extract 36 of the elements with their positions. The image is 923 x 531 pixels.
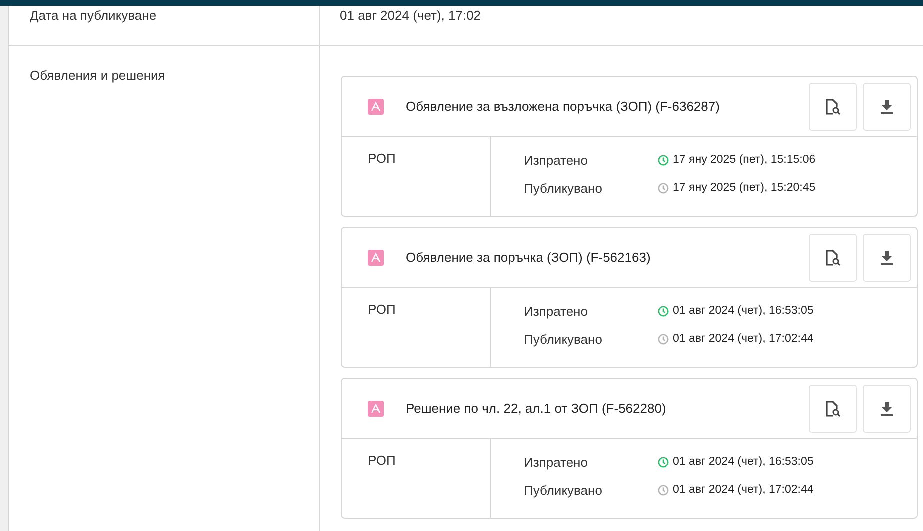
preview-button[interactable] <box>809 234 857 282</box>
preview-button[interactable] <box>809 384 857 432</box>
event-time: 01 авг 2024 (чет), 16:53:05 <box>673 456 814 468</box>
field-value: 01 авг 2024 (чет), 17:02 <box>340 8 482 23</box>
event-time: 01 авг 2024 (чет), 17:02:44 <box>673 484 814 496</box>
event-time: 17 яну 2025 (пет), 15:15:06 <box>673 154 816 166</box>
pdf-icon <box>368 98 384 114</box>
event-label: Изпратено <box>524 454 589 470</box>
source-label: РОП <box>368 302 396 317</box>
notice-title[interactable]: Обявление за поръчка (ЗОП) (F-562163) <box>406 250 803 265</box>
event-label: Изпратено <box>524 152 589 168</box>
event-label: Публикувано <box>524 482 604 498</box>
download-icon <box>881 402 893 416</box>
document-search-icon <box>824 400 842 418</box>
download-button[interactable] <box>863 384 911 432</box>
field-label: Обявления и решения <box>30 68 166 83</box>
field-label: Дата на публикуване <box>30 8 157 23</box>
event-label: Публикувано <box>524 180 604 196</box>
event-time: 01 авг 2024 (чет), 17:02:44 <box>673 333 814 345</box>
download-button[interactable] <box>863 234 911 282</box>
source-label: РОП <box>368 453 396 468</box>
document-search-icon <box>824 98 842 116</box>
document-search-icon <box>824 248 842 266</box>
event-label: Изпратено <box>524 304 589 318</box>
notice-title[interactable]: Решение по чл. 22, ал.1 от ЗОП (F-562280) <box>406 401 803 416</box>
download-icon <box>881 250 893 264</box>
notice-title[interactable]: Обявление за възложена поръчка (ЗОП) (F-636287) <box>406 99 803 114</box>
preview-button[interactable] <box>809 82 857 130</box>
event-time: 17 яну 2025 (пет), 15:20:45 <box>673 182 816 194</box>
download-button[interactable] <box>863 82 911 130</box>
source-label: РОП <box>368 151 396 166</box>
event-label: Публикувано <box>524 332 604 346</box>
download-icon <box>881 100 893 114</box>
pdf-icon <box>368 250 384 266</box>
pdf-icon <box>368 400 384 416</box>
event-time: 01 авг 2024 (чет), 16:53:05 <box>673 305 814 317</box>
